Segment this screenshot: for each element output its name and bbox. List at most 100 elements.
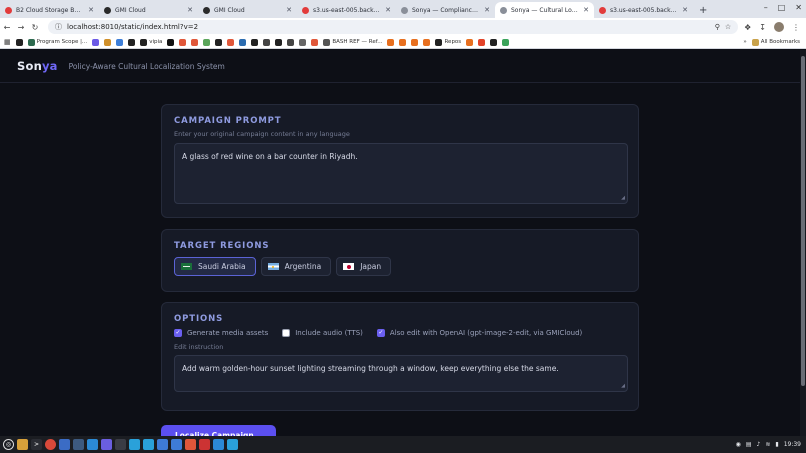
downloads-icon[interactable]: ↧ xyxy=(759,23,766,32)
bookmark-item[interactable] xyxy=(167,38,175,46)
option-item[interactable]: Include audio (TTS) xyxy=(282,329,363,337)
close-tab-icon[interactable]: ✕ xyxy=(583,6,589,14)
bookmark-item[interactable] xyxy=(263,38,271,46)
bookmark-item[interactable]: vipia xyxy=(140,38,162,46)
app-icon[interactable] xyxy=(73,439,84,450)
bookmark-item[interactable] xyxy=(399,38,407,46)
menu-icon[interactable]: ⋮ xyxy=(792,23,800,32)
bookmark-item[interactable]: Repos xyxy=(435,38,461,46)
region-option-saudi-arabia[interactable]: Saudi Arabia xyxy=(174,257,256,276)
battery-icon[interactable]: ▮ xyxy=(775,441,778,448)
volume-icon[interactable]: ♪ xyxy=(757,441,761,448)
browser-tab[interactable]: GMI Cloud ✕ xyxy=(99,2,198,18)
minimize-icon[interactable]: – xyxy=(764,3,768,12)
edit-instruction-input[interactable]: Add warm golden-hour sunset lighting str… xyxy=(174,355,628,392)
browser-tab[interactable]: s3.us-east-005.backblaze... ✕ xyxy=(297,2,396,18)
bookmark-item[interactable] xyxy=(411,38,419,46)
wifi-icon[interactable]: ≋ xyxy=(765,441,770,448)
back-icon[interactable]: ← xyxy=(0,23,14,32)
new-tab-button[interactable]: + xyxy=(693,5,713,18)
vscode-icon[interactable] xyxy=(87,439,98,450)
browser-tab[interactable]: Sonya — Compliance Notary ✕ xyxy=(396,2,495,18)
resize-handle-icon[interactable]: ◢ xyxy=(621,383,625,389)
checkbox[interactable]: ✓ xyxy=(376,329,385,337)
app-icon[interactable] xyxy=(199,439,210,450)
bookmark-item[interactable] xyxy=(203,38,211,46)
apps-icon[interactable]: ▦ xyxy=(4,38,11,46)
close-tab-icon[interactable]: ✕ xyxy=(286,6,292,14)
campaign-prompt-input[interactable]: A glass of red wine on a bar counter in … xyxy=(174,143,628,204)
bookmark-item[interactable] xyxy=(15,38,23,46)
option-item[interactable]: ✓ Generate media assets xyxy=(174,329,268,337)
clipboard-icon[interactable]: ▤ xyxy=(746,441,752,448)
zoom-icon[interactable]: ⚲ xyxy=(715,23,720,31)
vscode-icon[interactable] xyxy=(213,439,224,450)
close-tab-icon[interactable]: ✕ xyxy=(484,6,490,14)
option-item[interactable]: ✓ Also edit with OpenAI (gpt-image-2-edit… xyxy=(376,329,582,337)
app-icon[interactable] xyxy=(143,439,154,450)
bookmark-item[interactable] xyxy=(128,38,136,46)
forward-icon[interactable]: → xyxy=(14,23,28,32)
bookmarks-overflow-icon[interactable]: » xyxy=(743,39,746,45)
close-window-icon[interactable]: ✕ xyxy=(795,3,802,12)
resize-handle-icon[interactable]: ◢ xyxy=(621,195,625,201)
reload-icon[interactable]: ↻ xyxy=(28,23,42,32)
url-text[interactable]: localhost:8010/static/index.html?v=2 xyxy=(67,23,710,31)
bookmark-item[interactable]: BASH REF — Ref... xyxy=(323,38,382,46)
bookmark-item[interactable] xyxy=(502,38,510,46)
bookmark-item[interactable] xyxy=(275,38,283,46)
bookmark-item[interactable]: Program Scope |... xyxy=(27,38,87,46)
files-icon[interactable] xyxy=(17,439,28,450)
checkbox[interactable]: ✓ xyxy=(174,329,182,337)
bookmark-item[interactable] xyxy=(478,38,486,46)
browser-tab[interactable]: Sonya — Cultural Localiza...✕ xyxy=(495,2,594,18)
maximize-icon[interactable]: □ xyxy=(778,3,786,12)
bookmark-item[interactable] xyxy=(311,38,319,46)
telegram-icon[interactable] xyxy=(227,439,238,450)
region-option-argentina[interactable]: Argentina xyxy=(260,257,332,276)
checkbox[interactable] xyxy=(282,329,291,337)
bookmark-item[interactable] xyxy=(287,38,295,46)
app-icon[interactable] xyxy=(115,439,126,450)
chrome-icon[interactable] xyxy=(45,439,56,450)
localize-campaign-button[interactable]: Localize Campaign xyxy=(161,425,276,436)
bookmark-item[interactable] xyxy=(490,38,498,46)
bookmark-item[interactable] xyxy=(423,38,431,46)
app-icon[interactable] xyxy=(157,439,168,450)
bookmark-item[interactable] xyxy=(191,38,199,46)
omnibox[interactable]: ⓘ localhost:8010/static/index.html?v=2 ⚲… xyxy=(48,20,739,34)
clock[interactable]: 19:39 xyxy=(784,441,801,448)
bookmark-star-icon[interactable]: ☆ xyxy=(725,23,731,31)
network-icon[interactable]: ◉ xyxy=(736,441,741,448)
bookmark-item[interactable] xyxy=(239,38,247,46)
browser-tab[interactable]: B2 Cloud Storage Buckets ✕ xyxy=(0,2,99,18)
app-icon[interactable] xyxy=(101,439,112,450)
telegram-icon[interactable] xyxy=(129,439,140,450)
extensions-icon[interactable]: ❖ xyxy=(744,23,751,32)
close-tab-icon[interactable]: ✕ xyxy=(88,6,94,14)
region-option-japan[interactable]: Japan xyxy=(336,257,392,276)
profile-avatar[interactable] xyxy=(774,22,784,32)
bookmark-item[interactable] xyxy=(227,38,235,46)
bookmark-item[interactable] xyxy=(299,38,307,46)
all-bookmarks-button[interactable]: All Bookmarks xyxy=(751,38,806,46)
page-scrollbar[interactable] xyxy=(800,50,806,436)
bookmark-item[interactable] xyxy=(387,38,395,46)
terminal-icon[interactable]: > xyxy=(31,439,42,450)
app-icon[interactable] xyxy=(171,439,182,450)
browser-tab[interactable]: s3.us-east-005.backblaze... ✕ xyxy=(594,2,693,18)
close-tab-icon[interactable]: ✕ xyxy=(682,6,688,14)
browser-tab[interactable]: GMI Cloud ✕ xyxy=(198,2,297,18)
bookmark-item[interactable] xyxy=(104,38,112,46)
site-info-icon[interactable]: ⓘ xyxy=(55,22,62,32)
close-tab-icon[interactable]: ✕ xyxy=(385,6,391,14)
brave-icon[interactable] xyxy=(185,439,196,450)
close-tab-icon[interactable]: ✕ xyxy=(187,6,193,14)
bookmark-item[interactable] xyxy=(179,38,187,46)
bookmark-item[interactable] xyxy=(466,38,474,46)
scrollbar-thumb[interactable] xyxy=(801,56,805,386)
bookmark-item[interactable] xyxy=(251,38,259,46)
bookmark-item[interactable] xyxy=(215,38,223,46)
bookmark-item[interactable] xyxy=(92,38,100,46)
launcher-icon[interactable]: ◎ xyxy=(3,439,14,450)
